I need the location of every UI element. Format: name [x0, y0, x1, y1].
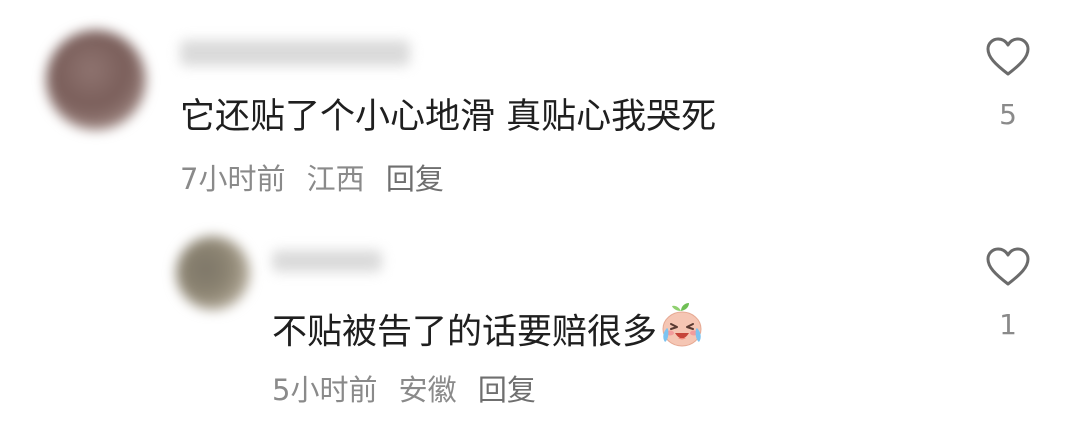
like-control[interactable]: 1	[978, 246, 1038, 341]
username-blurred[interactable]	[272, 250, 382, 272]
avatar[interactable]	[46, 30, 146, 130]
heart-icon[interactable]	[985, 246, 1031, 288]
reply-button[interactable]: 回复	[478, 373, 536, 407]
like-count: 5	[999, 98, 1017, 131]
comment-text-container: 不贴被告了的话要赔很多	[272, 303, 705, 355]
avatar[interactable]	[176, 236, 250, 310]
comment-time: 7小时前	[180, 162, 286, 196]
comment-meta: 5小时前 安徽 回复	[272, 376, 548, 405]
username-blurred[interactable]	[180, 40, 410, 66]
comment-meta: 7小时前 江西 回复	[180, 165, 456, 194]
reply-button[interactable]: 回复	[386, 162, 444, 196]
comment-time: 5小时前	[272, 373, 378, 407]
comment-text: 不贴被告了的话要赔很多	[272, 312, 658, 353]
like-control[interactable]: 5	[978, 36, 1038, 131]
comment-location: 安徽	[398, 373, 457, 407]
heart-icon[interactable]	[985, 36, 1031, 78]
like-count: 1	[999, 308, 1017, 341]
crying-laughing-peach-icon	[659, 302, 705, 355]
comment-location: 江西	[306, 162, 365, 196]
comment-text: 它还贴了个小心地滑 真贴心我哭死	[180, 97, 717, 137]
